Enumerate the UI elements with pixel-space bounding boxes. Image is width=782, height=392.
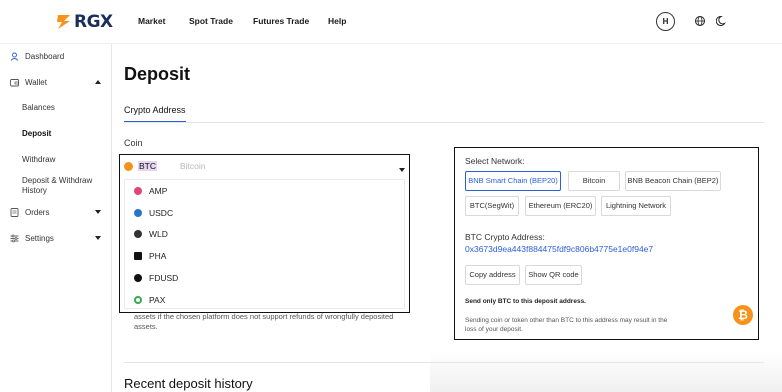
sidebar-item-dashboard[interactable]: Dashboard — [10, 52, 64, 61]
fdusd-icon — [134, 274, 142, 282]
deposit-warning-text: Sending coin or token other than BTC to … — [465, 317, 668, 333]
coin-select-field[interactable]: BTC Bitcoin — [124, 161, 206, 171]
coin-select[interactable]: BTC Bitcoin AMP USDC WLD PHA FDUSD PAX — [119, 154, 410, 313]
wallet-icon — [10, 79, 19, 87]
show-qr-button[interactable]: Show QR code — [525, 265, 582, 285]
copy-address-button[interactable]: Copy address — [465, 265, 520, 285]
network-lightning-button[interactable]: Lightning Network — [601, 196, 671, 216]
bottom-shade — [430, 350, 782, 392]
sidebar-sub-history-line1: Deposit & Withdraw — [22, 176, 93, 185]
sidebar-item-label: Dashboard — [25, 52, 65, 61]
deposit-address[interactable]: 0x3673d9ea443f884475fdf9c806b4775e1e0f94… — [465, 244, 653, 254]
coin-option-label: WLD — [149, 229, 168, 239]
logo-mark-icon — [57, 15, 70, 29]
chevron-down-icon[interactable] — [399, 168, 405, 172]
bitcoin-icon: ₿ — [733, 305, 753, 325]
coin-option-label: PAX — [149, 295, 166, 305]
select-network-label: Select Network: — [465, 156, 525, 166]
sidebar: Dashboard Wallet Balances Deposit Withdr… — [0, 44, 112, 392]
chevron-up-icon[interactable] — [95, 80, 101, 84]
globe-icon[interactable] — [694, 15, 706, 27]
coin-option-usdc[interactable]: USDC — [134, 208, 173, 218]
logo[interactable]: RGX — [56, 12, 113, 32]
sidebar-item-orders[interactable]: Orders — [10, 208, 49, 217]
top-bar: RGX Market Spot Trade Futures Trade Help… — [0, 0, 782, 44]
user-icon — [10, 52, 19, 61]
recent-deposit-history-title: Recent deposit history — [124, 376, 253, 391]
sidebar-item-label: Orders — [25, 208, 50, 217]
nav-spot-trade[interactable]: Spot Trade — [189, 16, 233, 26]
sidebar-sub-history[interactable]: Deposit & Withdraw History — [22, 176, 92, 196]
coin-select-value[interactable]: BTC — [138, 161, 157, 171]
pax-icon — [134, 296, 142, 304]
pha-icon — [134, 252, 142, 260]
tab-crypto-address[interactable]: Crypto Address — [124, 105, 186, 123]
chevron-down-icon[interactable] — [95, 210, 101, 214]
sidebar-item-label: Wallet — [25, 78, 47, 87]
avatar[interactable]: H — [656, 12, 675, 31]
coin-option-pha[interactable]: PHA — [134, 251, 166, 261]
sidebar-sub-history-line2: History — [22, 186, 47, 195]
nav-futures-trade[interactable]: Futures Trade — [253, 16, 309, 26]
network-bep20-button[interactable]: BNB Smart Chain (BEP20) — [465, 171, 561, 191]
bitcoin-icon — [124, 161, 133, 171]
address-label: BTC Crypto Address: — [465, 232, 545, 242]
network-bitcoin-button[interactable]: Bitcoin — [568, 171, 620, 191]
logo-text: RGX — [74, 12, 113, 32]
amp-icon — [134, 187, 142, 195]
coin-select-placeholder: Bitcoin — [180, 161, 206, 171]
network-erc20-button[interactable]: Ethereum (ERC20) — [525, 196, 596, 216]
coin-option-label: PHA — [149, 251, 167, 261]
deposit-warning-title: Send only BTC to this deposit address. — [465, 298, 586, 305]
coin-option-label: AMP — [149, 186, 168, 196]
coin-option-fdusd[interactable]: FDUSD — [134, 273, 178, 283]
nav-help[interactable]: Help — [328, 16, 346, 26]
sidebar-item-wallet[interactable]: Wallet — [10, 78, 47, 87]
network-panel: Select Network: BNB Smart Chain (BEP20) … — [454, 147, 759, 340]
coin-option-amp[interactable]: AMP — [134, 186, 167, 196]
nav-market[interactable]: Market — [138, 16, 165, 26]
moon-icon[interactable] — [716, 15, 728, 27]
sidebar-sub-balances[interactable]: Balances — [22, 103, 55, 113]
usdc-icon — [134, 209, 142, 217]
coin-options-list: AMP USDC WLD PHA FDUSD PAX — [124, 179, 405, 309]
sidebar-item-settings[interactable]: Settings — [10, 234, 54, 243]
wld-icon — [134, 230, 142, 238]
network-bep2-button[interactable]: BNB Beacon Chain (BEP2) — [625, 171, 721, 191]
coin-option-wld[interactable]: WLD — [134, 229, 168, 239]
network-segwit-button[interactable]: BTC(SegWit) — [465, 196, 519, 216]
coin-option-label: FDUSD — [149, 273, 179, 283]
sidebar-sub-withdraw[interactable]: Withdraw — [22, 155, 55, 165]
deposit-note: assets if the chosen platform does not s… — [134, 312, 424, 332]
coin-label: Coin — [124, 138, 143, 148]
settings-icon — [10, 234, 19, 243]
chevron-down-icon[interactable] — [95, 236, 101, 240]
sidebar-sub-deposit[interactable]: Deposit — [22, 129, 51, 139]
orders-icon — [10, 208, 19, 217]
tab-divider — [124, 122, 764, 123]
deposit-note-line1: assets if the chosen platform does not s… — [134, 312, 394, 321]
sidebar-item-label: Settings — [25, 234, 54, 243]
coin-option-label: USDC — [149, 208, 174, 218]
page-title: Deposit — [124, 64, 191, 84]
deposit-note-line2: assets. — [134, 322, 158, 331]
coin-option-pax[interactable]: PAX — [134, 295, 165, 305]
